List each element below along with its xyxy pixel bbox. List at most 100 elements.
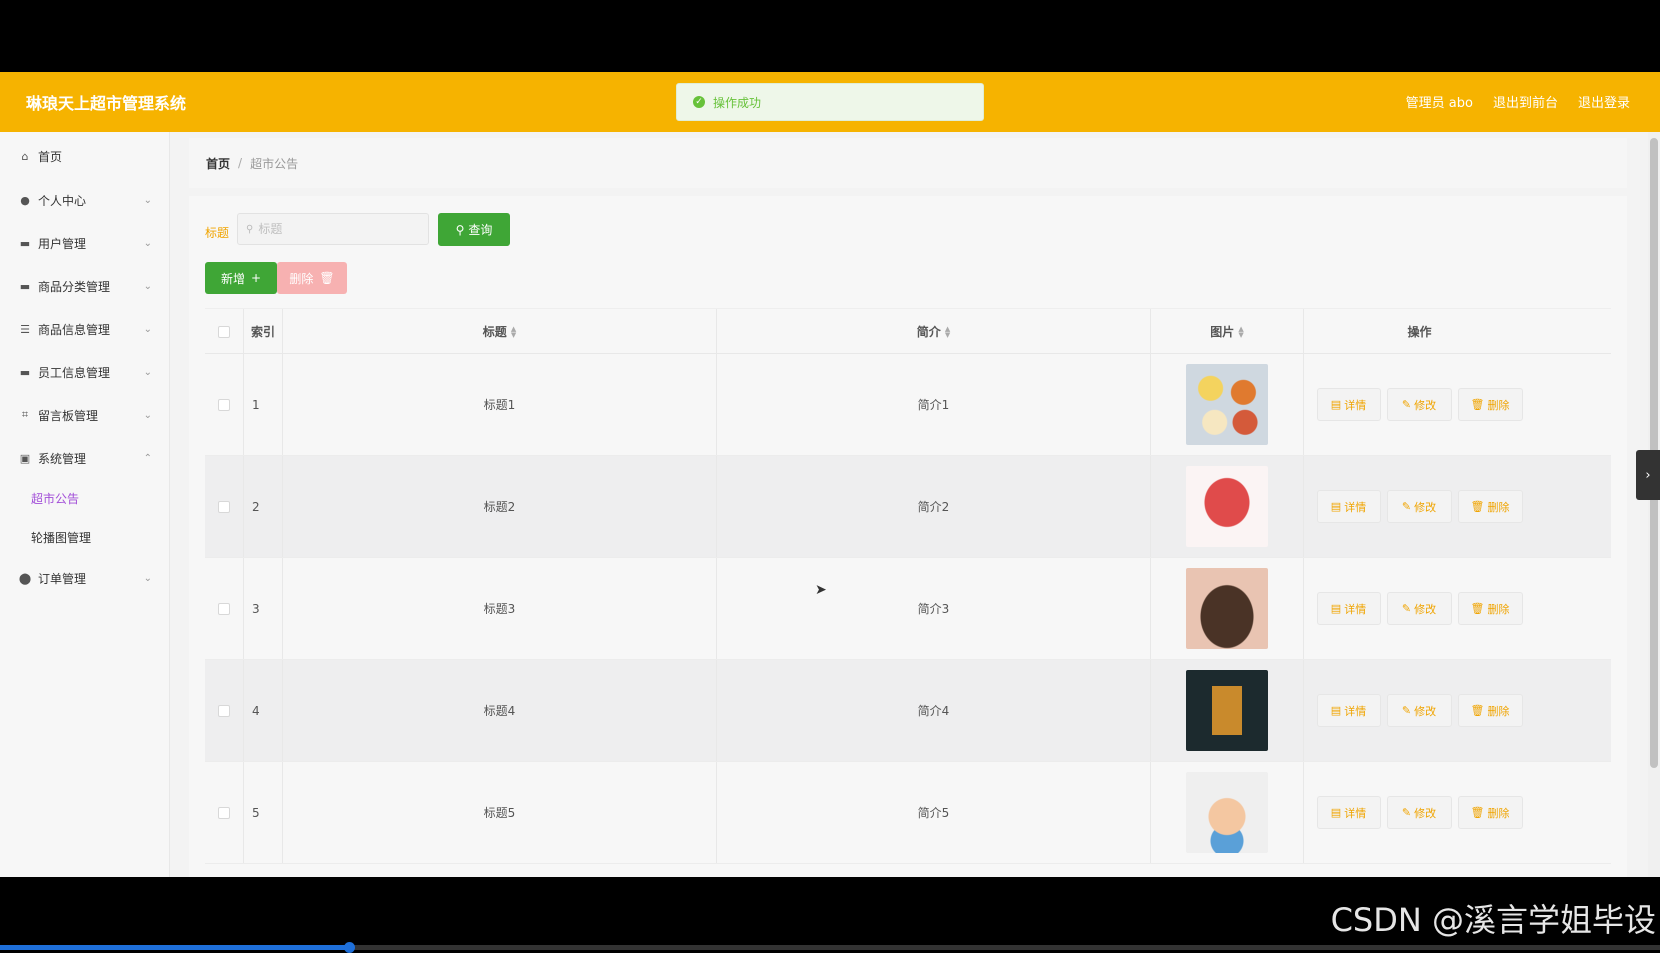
edit-button[interactable]: ✎ 修改 xyxy=(1386,694,1452,727)
row-select[interactable] xyxy=(205,456,244,557)
edit-button[interactable]: ✎ 修改 xyxy=(1386,796,1452,829)
mouse-cursor-icon: ➤ xyxy=(815,582,827,598)
delete-button[interactable]: 🗑 删除 xyxy=(1457,694,1523,727)
delete-button[interactable]: 🗑 删除 xyxy=(1457,388,1523,421)
detail-button[interactable]: ▤ 详情 xyxy=(1316,796,1381,829)
video-progress-bar[interactable] xyxy=(0,942,1660,953)
briefcase-icon: ▬ xyxy=(19,236,31,250)
checkbox[interactable] xyxy=(218,398,230,411)
detail-button[interactable]: ▤ 详情 xyxy=(1316,694,1381,727)
checkbox[interactable] xyxy=(218,602,230,615)
search-icon: ⚲ xyxy=(455,222,465,237)
page-scrollbar[interactable] xyxy=(1648,132,1660,877)
sidebar-item-messages[interactable]: ⌗ 留言板管理 ⌄ xyxy=(0,395,170,435)
cell-intro: 简介2 xyxy=(717,456,1151,557)
edit-button[interactable]: ✎ 修改 xyxy=(1386,388,1452,421)
document-icon: ▤ xyxy=(1330,398,1342,411)
thumbnail-image[interactable] xyxy=(1186,670,1268,751)
thumbnail-image[interactable] xyxy=(1186,364,1268,445)
sidebar-item-home[interactable]: ⌂ 首页 xyxy=(0,136,170,176)
sidebar-item-users[interactable]: ▬ 用户管理 ⌄ xyxy=(0,223,170,263)
sidebar-subitem-announcement[interactable]: 超市公告 xyxy=(0,480,170,516)
row-select[interactable] xyxy=(205,354,244,455)
thumbnail-image[interactable] xyxy=(1186,772,1268,853)
brand-title: 琳琅天上超市管理系统 xyxy=(26,94,187,113)
column-header-index: 索引 xyxy=(244,309,283,354)
cell-image xyxy=(1151,558,1304,659)
cell-index: 4 xyxy=(244,660,283,761)
checkbox[interactable] xyxy=(218,806,230,819)
crop-icon: ⌗ xyxy=(21,408,29,421)
search-icon: ⚲ xyxy=(246,223,254,235)
checkbox[interactable] xyxy=(218,500,230,513)
edit-button[interactable]: ✎ 修改 xyxy=(1386,490,1452,523)
edit-button[interactable]: ✎ 修改 xyxy=(1386,592,1452,625)
row-select[interactable] xyxy=(205,762,244,863)
checkbox[interactable] xyxy=(218,704,230,717)
table-row: 4 标题4 简介4 ▤ 详情 ✎ 修改 🗑 删除 xyxy=(205,660,1611,762)
chevron-up-icon: ⌃ xyxy=(143,452,152,464)
delete-button[interactable]: 🗑 删除 xyxy=(1457,490,1523,523)
sidebar-item-personal[interactable]: ● 个人中心 ⌄ xyxy=(0,180,170,220)
thumbnail-image[interactable] xyxy=(1186,568,1268,649)
frontend-link[interactable]: 退出到前台 xyxy=(1493,92,1558,111)
sidebar-item-orders[interactable]: ⬤ 订单管理 ⌄ xyxy=(0,558,170,598)
chevron-down-icon: ⌄ xyxy=(143,237,152,249)
main-content: 首页 / 超市公告 标题 ⚲ ⚲ 查询 新增 + 删除 xyxy=(189,132,1629,877)
thumbnail-image[interactable] xyxy=(1186,466,1268,547)
check-circle-icon: ✓ xyxy=(693,96,705,108)
breadcrumb: 首页 / 超市公告 xyxy=(189,138,1627,188)
sidebar-item-category[interactable]: ▬ 商品分类管理 ⌄ xyxy=(0,266,170,306)
sidebar-item-goods[interactable]: ☰ 商品信息管理 ⌄ xyxy=(0,309,170,349)
breadcrumb-current: 超市公告 xyxy=(250,156,299,171)
cell-title: 标题5 xyxy=(283,762,717,863)
header-select-all[interactable] xyxy=(205,309,244,354)
document-icon: ▤ xyxy=(1330,500,1342,513)
row-select[interactable] xyxy=(205,558,244,659)
sidebar-subitem-carousel[interactable]: 轮播图管理 xyxy=(0,519,170,555)
video-progress-knob[interactable] xyxy=(343,942,355,953)
sort-icon[interactable]: ▲ ▼ xyxy=(945,325,950,338)
column-header-title[interactable]: 标题 ▲ ▼ xyxy=(283,309,717,354)
add-button[interactable]: 新增 + xyxy=(205,262,277,294)
video-progress-fill xyxy=(0,945,349,950)
detail-button[interactable]: ▤ 详情 xyxy=(1316,490,1381,523)
cell-actions: ▤ 详情 ✎ 修改 🗑 删除 xyxy=(1304,558,1535,659)
clipboard-icon: ▣ xyxy=(19,451,31,465)
logout-link[interactable]: 退出登录 xyxy=(1578,92,1630,111)
checkbox[interactable] xyxy=(218,325,230,338)
table-row: 2 标题2 简介2 ▤ 详情 ✎ 修改 🗑 删除 xyxy=(205,456,1611,558)
sidebar-item-staff[interactable]: ▬ 员工信息管理 ⌄ xyxy=(0,352,170,392)
column-header-intro[interactable]: 简介 ▲ ▼ xyxy=(717,309,1151,354)
breadcrumb-home[interactable]: 首页 xyxy=(206,155,230,172)
home-icon: ⌂ xyxy=(21,149,29,163)
batch-delete-button[interactable]: 删除 🗑 xyxy=(277,262,347,294)
delete-button[interactable]: 🗑 删除 xyxy=(1457,592,1523,625)
cell-actions: ▤ 详情 ✎ 修改 🗑 删除 xyxy=(1304,354,1535,455)
query-button[interactable]: ⚲ 查询 xyxy=(438,213,510,246)
cell-index: 2 xyxy=(244,456,283,557)
cell-index: 1 xyxy=(244,354,283,455)
cell-actions: ▤ 详情 ✎ 修改 🗑 删除 xyxy=(1304,660,1535,761)
column-header-image[interactable]: 图片 ▲ ▼ xyxy=(1151,309,1304,354)
cell-title: 标题1 xyxy=(283,354,717,455)
top-header: 琳琅天上超市管理系统 管理员 abo 退出到前台 退出登录 ✓ 操作成功 xyxy=(0,72,1660,132)
detail-button[interactable]: ▤ 详情 xyxy=(1316,388,1381,421)
search-input[interactable] xyxy=(258,222,419,236)
document-icon: ▤ xyxy=(1330,602,1342,615)
pencil-icon: ✎ xyxy=(1401,500,1412,513)
search-label: 标题 xyxy=(205,226,230,240)
sidebar-item-system[interactable]: ▣ 系统管理 ⌃ xyxy=(0,438,170,478)
trash-icon: 🗑 xyxy=(1470,500,1485,513)
delete-button[interactable]: 🗑 删除 xyxy=(1457,796,1523,829)
app-window: 琳琅天上超市管理系统 管理员 abo 退出到前台 退出登录 ✓ 操作成功 ⌂ 首… xyxy=(0,72,1660,877)
row-select[interactable] xyxy=(205,660,244,761)
chevron-right-icon[interactable]: › xyxy=(1636,450,1660,500)
detail-button[interactable]: ▤ 详情 xyxy=(1316,592,1381,625)
cell-index: 5 xyxy=(244,762,283,863)
sort-icon[interactable]: ▲ ▼ xyxy=(1238,325,1243,338)
cell-image xyxy=(1151,660,1304,761)
sort-icon[interactable]: ▲ ▼ xyxy=(511,325,516,338)
cell-image xyxy=(1151,456,1304,557)
cell-intro: 简介5 xyxy=(717,762,1151,863)
